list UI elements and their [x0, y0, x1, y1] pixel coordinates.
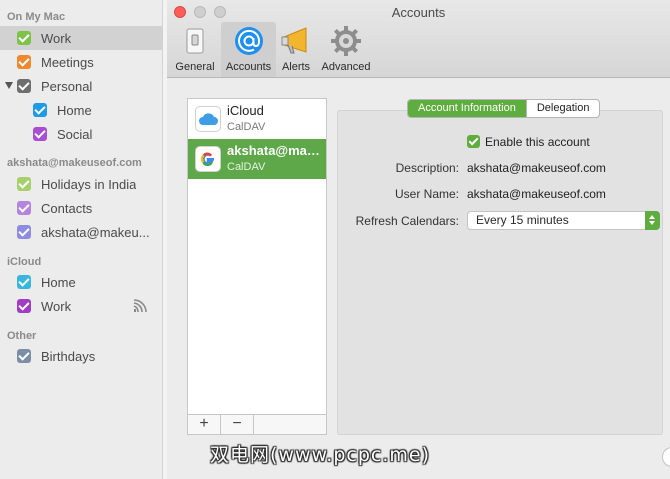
refresh-calendars-select[interactable]: Every 15 minutes: [467, 211, 660, 230]
calendar-checkbox[interactable]: [17, 225, 31, 239]
help-button[interactable]: [662, 447, 670, 467]
account-detail-panel: [337, 110, 663, 435]
calendar-item-akshata[interactable]: akshata@makeu...: [0, 220, 163, 244]
calendar-checkbox[interactable]: [17, 201, 31, 215]
accounts-list: iCloud CalDAV akshata@mak... CalDAV + −: [187, 98, 327, 435]
watermark-text: 双电网(www.pcpc.me): [210, 444, 430, 466]
toolbar-accounts-button[interactable]: Accounts: [221, 22, 276, 77]
account-item-icloud[interactable]: iCloud CalDAV: [188, 99, 326, 139]
add-account-button[interactable]: +: [188, 415, 221, 434]
calendar-checkbox[interactable]: [17, 177, 31, 191]
gear-icon: [331, 26, 361, 56]
calendar-item-work[interactable]: Work: [0, 26, 163, 50]
refresh-calendars-label: Refresh Calendars:: [355, 214, 459, 228]
enable-account-checkbox[interactable]: [467, 135, 480, 148]
shared-calendar-icon: [133, 299, 147, 313]
section-heading-on-my-mac: On My Mac: [7, 11, 66, 23]
description-label: Description:: [395, 161, 459, 175]
calendar-checkbox[interactable]: [17, 275, 31, 289]
toolbar-alerts-button[interactable]: Alerts: [277, 22, 315, 77]
toolbar-label: General: [175, 61, 215, 73]
megaphone-icon: [281, 27, 307, 54]
calendar-label: Meetings: [41, 54, 94, 70]
username-value: akshata@makeuseof.com: [467, 187, 606, 201]
at-sign-icon: [234, 27, 263, 55]
account-tabs: Account Information Delegation: [407, 99, 601, 118]
section-heading-account: akshata@makeuseof.com: [7, 157, 142, 169]
calendar-item-icloud-home[interactable]: Home: [0, 270, 163, 294]
enable-account-label: Enable this account: [485, 135, 590, 149]
calendar-label: Personal: [41, 78, 93, 94]
username-label: User Name:: [394, 187, 459, 201]
calendar-label: akshata@makeu...: [41, 224, 150, 240]
toolbar-advanced-button[interactable]: Advanced: [319, 22, 373, 77]
calendar-checkbox[interactable]: [33, 127, 47, 141]
calendar-label: Holidays in India: [41, 176, 137, 192]
calendar-checkbox[interactable]: [17, 349, 31, 363]
account-name: iCloud: [227, 103, 264, 118]
calendar-checkbox[interactable]: [17, 79, 31, 93]
toolbar-label: Alerts: [281, 61, 311, 73]
tab-account-information[interactable]: Account Information: [408, 100, 526, 117]
select-arrows-icon: [645, 211, 660, 230]
icloud-icon: [195, 106, 221, 132]
toolbar-general-button[interactable]: General: [172, 22, 218, 77]
calendar-item-icloud-work[interactable]: Work: [0, 294, 163, 318]
account-type: CalDAV: [227, 161, 266, 173]
tab-delegation[interactable]: Delegation: [525, 100, 600, 117]
section-heading-icloud: iCloud: [7, 256, 42, 268]
calendar-label: Birthdays: [41, 348, 96, 364]
calendar-item-social[interactable]: Social: [0, 122, 163, 146]
calendar-label: Social: [57, 126, 93, 142]
calendar-label: Contacts: [41, 200, 93, 216]
calendar-item-home[interactable]: Home: [0, 98, 163, 122]
calendar-label: Home: [41, 274, 76, 290]
account-name: akshata@mak...: [227, 143, 323, 158]
calendar-checkbox[interactable]: [17, 299, 31, 313]
calendar-item-holidays[interactable]: Holidays in India: [0, 172, 163, 196]
calendar-label: Work: [41, 298, 72, 314]
calendar-label: Home: [57, 102, 92, 118]
account-type: CalDAV: [227, 121, 266, 133]
disclosure-triangle-icon[interactable]: [5, 82, 13, 89]
remove-account-button[interactable]: −: [221, 415, 254, 434]
toolbar-label: Accounts: [225, 61, 272, 73]
calendar-item-contacts[interactable]: Contacts: [0, 196, 163, 220]
section-heading-other: Other: [7, 330, 37, 342]
window-titlebar: Accounts General Accounts Alerts Advance…: [167, 0, 670, 78]
description-value[interactable]: akshata@makeuseof.com: [467, 161, 606, 175]
calendar-label: Work: [41, 30, 72, 46]
calendar-item-personal[interactable]: Personal: [0, 74, 163, 98]
calendar-checkbox[interactable]: [17, 55, 31, 69]
calendar-item-birthdays[interactable]: Birthdays: [0, 344, 163, 368]
calendar-sidebar: On My Mac Work Meetings Personal Home So…: [0, 0, 163, 479]
window-title: Accounts: [391, 5, 446, 20]
refresh-calendars-value: Every 15 minutes: [476, 213, 569, 227]
calendar-item-meetings[interactable]: Meetings: [0, 50, 163, 74]
toolbar-label: Advanced: [321, 61, 371, 73]
google-icon: [195, 146, 221, 172]
switch-icon: [186, 28, 204, 54]
account-list-footer: + −: [188, 414, 326, 434]
calendar-checkbox[interactable]: [33, 103, 47, 117]
calendar-checkbox[interactable]: [17, 31, 31, 45]
accounts-preferences-window: Accounts General Accounts Alerts Advance…: [167, 0, 670, 479]
